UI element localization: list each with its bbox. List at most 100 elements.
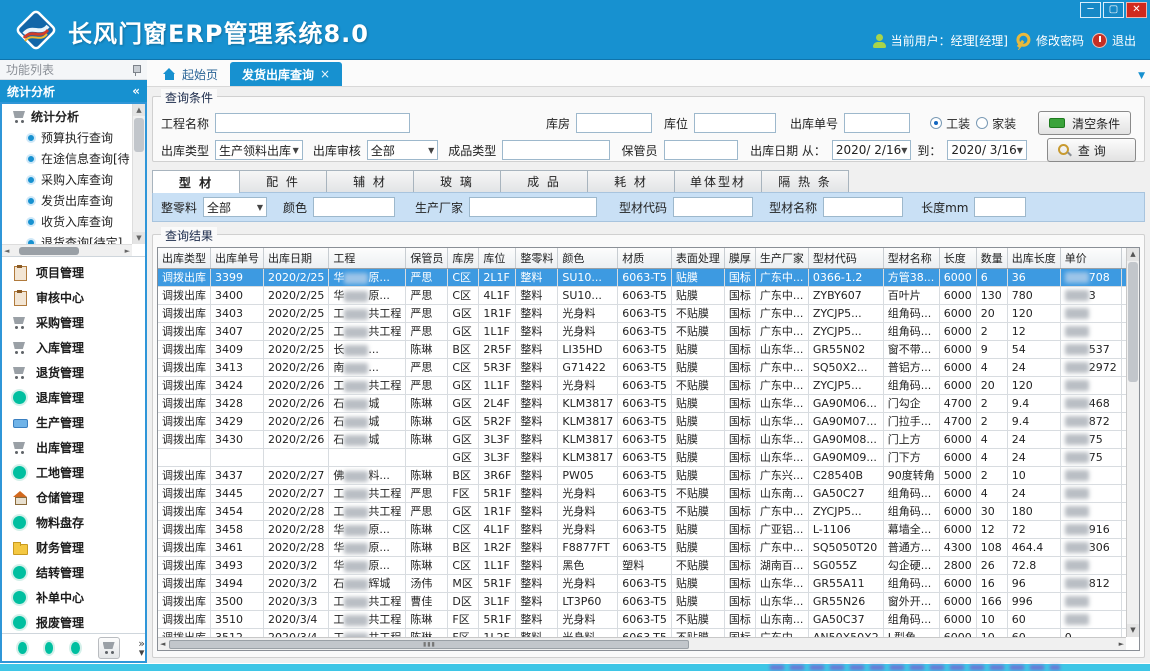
warehouse-input[interactable] — [576, 113, 652, 133]
table-row[interactable]: 调拨出库35002020/3/3工共工程曹佳D区3L1F整料LT3P606063… — [158, 592, 1126, 610]
tree-item-5[interactable]: 退货查询[待定] — [4, 232, 131, 244]
manufacturer-input[interactable] — [469, 197, 597, 217]
table-row[interactable]: 调拨出库34542020/2/28工共工程严思G区1R1F整料光身料6063-T… — [158, 502, 1126, 520]
table-row[interactable]: 调拨出库34032020/2/25工共工程严思G区1R1F整料光身料6063-T… — [158, 304, 1126, 322]
tree-item-4[interactable]: 收货入库查询 — [4, 211, 131, 232]
column-header-6[interactable]: 库位 — [479, 248, 516, 268]
table-row[interactable]: 调拨出库34242020/2/26工共工程严思G区1L1F整料光身料6063-T… — [158, 376, 1126, 394]
profile-name-input[interactable] — [823, 197, 903, 217]
sidebar-more-button[interactable]: »▾ — [138, 639, 145, 657]
scroll-left-icon[interactable]: ◄ — [158, 640, 167, 648]
tab-shipment-outbound-query[interactable]: 发货出库查询 × — [230, 62, 342, 86]
search-button[interactable]: 查 询 — [1047, 138, 1136, 162]
column-header-5[interactable]: 库房 — [448, 248, 479, 268]
column-header-10[interactable]: 表面处理 — [671, 248, 724, 268]
length-input[interactable] — [974, 197, 1026, 217]
column-header-17[interactable]: 出库长度 — [1007, 248, 1060, 268]
column-header-9[interactable]: 材质 — [618, 248, 672, 268]
sidebar-item-8[interactable]: 工地管理 — [2, 460, 145, 485]
column-header-8[interactable]: 颜色 — [558, 248, 618, 268]
sidebar-cart-button[interactable] — [98, 637, 120, 659]
scroll-down-icon[interactable]: ▼ — [133, 232, 145, 244]
date-from-select[interactable]: 2020/ 2/16▼ — [832, 140, 912, 160]
sidebar-item-13[interactable]: 补单中心 — [2, 585, 145, 610]
tree-horizontal-scrollbar[interactable]: ◄ ► — [2, 244, 132, 256]
clear-conditions-button[interactable]: 清空条件 — [1038, 111, 1131, 135]
sidebar-item-9[interactable]: 仓储管理 — [2, 485, 145, 510]
column-header-0[interactable]: 出库类型 — [158, 248, 211, 268]
table-row[interactable]: 调拨出库33992020/2/25华原...严思C区2L1F整料SU10...6… — [158, 268, 1126, 286]
scroll-thumb[interactable] — [134, 118, 144, 152]
color-input[interactable] — [313, 197, 395, 217]
scroll-up-icon[interactable]: ▲ — [133, 104, 145, 116]
close-button[interactable]: ✕ — [1126, 2, 1147, 18]
table-row[interactable]: 调拨出库34942020/3/2石辉城汤伟M区5R1F整料光身料6063-T5贴… — [158, 574, 1126, 592]
keeper-input[interactable] — [664, 140, 739, 160]
out-audit-select[interactable]: 全部▼ — [367, 140, 438, 160]
radio-gongzhuang[interactable]: 工装 — [930, 115, 970, 132]
date-to-select[interactable]: 2020/ 3/16▼ — [947, 140, 1027, 160]
maximize-button[interactable]: ▢ — [1103, 2, 1124, 18]
material-tab-4[interactable]: 成 品 — [500, 170, 588, 192]
sidebar-item-11[interactable]: 财务管理 — [2, 535, 145, 560]
change-password-button[interactable]: 修改密码 — [1016, 32, 1084, 49]
column-header-11[interactable]: 膜厚 — [724, 248, 755, 268]
table-row[interactable]: 调拨出库34092020/2/25长...陈琳B区2R5F整料LI35HD606… — [158, 340, 1126, 358]
project-name-input[interactable] — [215, 113, 410, 133]
table-row[interactable]: 调拨出库34132020/2/26南...严思C区5R3F整料G71422606… — [158, 358, 1126, 376]
scroll-right-icon[interactable]: ► — [123, 247, 132, 255]
out-type-select[interactable]: 生产领料出库▼ — [215, 140, 303, 160]
sidebar-item-14[interactable]: 报废管理 — [2, 610, 145, 633]
material-tab-0[interactable]: 型 材 — [152, 170, 240, 193]
sidebar-item-6[interactable]: 生产管理 — [2, 410, 145, 435]
sidebar-item-2[interactable]: 采购管理 — [2, 310, 145, 335]
material-tab-6[interactable]: 单体型材 — [674, 170, 762, 192]
grid-vertical-scrollbar[interactable]: ▲ ▼ — [1126, 248, 1139, 637]
logout-button[interactable]: 退出 — [1092, 32, 1136, 49]
stats-section-header[interactable]: 统计分析 « — [0, 80, 147, 102]
grid-horizontal-scrollbar[interactable]: ◄ ▮▮▮ ► — [158, 637, 1126, 650]
table-row[interactable]: 调拨出库34072020/2/25工共工程严思G区1L1F整料光身料6063-T… — [158, 322, 1126, 340]
table-row[interactable]: 调拨出库34612020/2/28华原...陈琳B区1R2F整料F8877FT6… — [158, 538, 1126, 556]
scroll-down-icon[interactable]: ▼ — [1127, 624, 1139, 637]
tree-item-0[interactable]: 预算执行查询 — [4, 127, 131, 148]
sidebar-quick-dot-1[interactable] — [18, 642, 27, 654]
sidebar-item-10[interactable]: 物料盘存 — [2, 510, 145, 535]
table-row[interactable]: G区3L3F整料KLM38176063-T5贴膜国标山东华...GA90M09.… — [158, 448, 1126, 466]
sidebar-quick-dot-2[interactable] — [45, 642, 54, 654]
tab-home[interactable]: 起始页 — [151, 62, 230, 86]
table-row[interactable]: 调拨出库34582020/2/28华原...陈琳C区4L1F整料光身料6063-… — [158, 520, 1126, 538]
scroll-left-icon[interactable]: ◄ — [2, 247, 11, 255]
tab-close-icon[interactable]: × — [320, 67, 330, 81]
table-row[interactable]: 调拨出库34302020/2/26石城陈琳G区3L3F整料KLM38176063… — [158, 430, 1126, 448]
sidebar-item-0[interactable]: 项目管理 — [2, 260, 145, 285]
table-row[interactable]: 调拨出库35122020/3/4工共工程陈琳F区1L2F整料光身料6063-T5… — [158, 628, 1126, 637]
column-header-12[interactable]: 生产厂家 — [755, 248, 808, 268]
tree-item-3[interactable]: 发货出库查询 — [4, 190, 131, 211]
scroll-thumb[interactable] — [19, 247, 79, 255]
tree-item-2[interactable]: 采购入库查询 — [4, 169, 131, 190]
sidebar-item-7[interactable]: 出库管理 — [2, 435, 145, 460]
material-tab-1[interactable]: 配 件 — [239, 170, 327, 192]
sidebar-item-1[interactable]: 审核中心 — [2, 285, 145, 310]
material-tab-5[interactable]: 耗 材 — [587, 170, 675, 192]
tree-vertical-scrollbar[interactable]: ▲ ▼ — [132, 104, 145, 244]
scroll-right-icon[interactable]: ► — [1117, 640, 1126, 648]
material-tab-7[interactable]: 隔 热 条 — [761, 170, 849, 192]
column-header-4[interactable]: 保管员 — [406, 248, 448, 268]
table-row[interactable]: 调拨出库34282020/2/26石城陈琳G区2L4F整料KLM38176063… — [158, 394, 1126, 412]
table-row[interactable]: 调拨出库34002020/2/25华原...严思C区4L1F整料SU10...6… — [158, 286, 1126, 304]
sidebar-item-4[interactable]: 退货管理 — [2, 360, 145, 385]
sidebar-item-3[interactable]: 入库管理 — [2, 335, 145, 360]
column-header-14[interactable]: 型材名称 — [883, 248, 939, 268]
sidebar-quick-dot-3[interactable] — [71, 642, 80, 654]
scroll-up-icon[interactable]: ▲ — [1127, 248, 1139, 261]
product-type-input[interactable] — [502, 140, 609, 160]
whole-part-select[interactable]: 全部▼ — [203, 197, 267, 217]
column-header-15[interactable]: 长度 — [939, 248, 976, 268]
column-header-16[interactable]: 数量 — [976, 248, 1007, 268]
scroll-thumb[interactable] — [1128, 262, 1138, 382]
pin-icon[interactable] — [131, 64, 141, 76]
tree-item-1[interactable]: 在途信息查询[待 — [4, 148, 131, 169]
column-header-18[interactable]: 单价 — [1060, 248, 1121, 268]
